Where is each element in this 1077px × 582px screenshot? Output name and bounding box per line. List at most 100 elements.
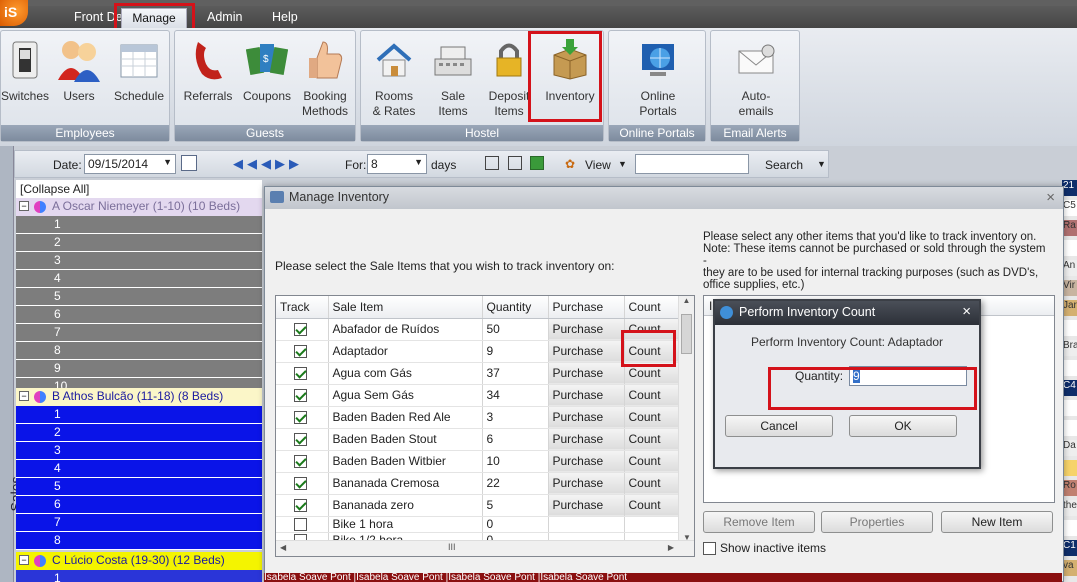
search-button[interactable]: Search: [765, 158, 803, 172]
count-button[interactable]: Count: [623, 384, 681, 407]
count-button[interactable]: Count: [623, 340, 681, 363]
bed-row[interactable]: 7: [16, 324, 262, 342]
track-checkbox[interactable]: [294, 389, 307, 403]
purchase-button[interactable]: Purchase: [547, 384, 625, 407]
bed-row[interactable]: 9: [16, 360, 262, 378]
calendar-picker-icon[interactable]: [181, 155, 197, 171]
calendar-cell[interactable]: Vir: [1062, 280, 1077, 296]
auto-emails-button[interactable]: Auto- emails: [721, 37, 791, 119]
chevron-down-icon[interactable]: ▼: [817, 159, 826, 169]
export-icon[interactable]: [530, 156, 544, 170]
search-input[interactable]: [635, 154, 749, 174]
track-checkbox[interactable]: [294, 433, 307, 447]
count-button[interactable]: Count: [623, 318, 681, 341]
purchase-button[interactable]: Purchase: [547, 406, 625, 429]
calendar-cell[interactable]: Ro: [1062, 480, 1077, 496]
left-side-tab[interactable]: Sales: [0, 146, 24, 582]
cancel-button[interactable]: Cancel: [725, 415, 833, 437]
referrals-button[interactable]: Referrals: [179, 37, 237, 104]
calendar-cell[interactable]: Bra: [1062, 340, 1077, 356]
bed-row[interactable]: 2: [16, 234, 262, 252]
bed-row[interactable]: 3: [16, 252, 262, 270]
remove-item-button[interactable]: Remove Item: [703, 511, 815, 533]
bed-row[interactable]: 5: [16, 288, 262, 306]
deposit-items-button[interactable]: Deposit Items: [481, 37, 537, 119]
booking-methods-button[interactable]: Booking Methods: [297, 37, 353, 119]
menu-manage[interactable]: Manage: [121, 8, 187, 29]
purchase-button[interactable]: Purchase: [547, 362, 625, 385]
users-button[interactable]: Users: [53, 37, 105, 104]
table-row[interactable]: Bike 1 hora 0: [276, 516, 681, 533]
schedule-button[interactable]: Schedule: [111, 37, 167, 104]
room-group-a[interactable]: − A Oscar Niemeyer (1-10) (10 Beds): [16, 198, 262, 216]
purchase-button[interactable]: Purchase: [547, 318, 625, 341]
new-item-button[interactable]: New Item: [941, 511, 1053, 533]
bed-row[interactable]: 2: [16, 424, 262, 442]
bed-row[interactable]: 6: [16, 306, 262, 324]
table-row[interactable]: Agua com Gás 37 Purchase Count: [276, 362, 681, 385]
ok-button[interactable]: OK: [849, 415, 957, 437]
booking-row[interactable]: Isabela Soave Pont |Isabela Soave Pont |…: [264, 573, 1062, 582]
table-row[interactable]: Agua Sem Gás 34 Purchase Count: [276, 384, 681, 407]
inventory-button[interactable]: Inventory: [539, 37, 601, 104]
count-button[interactable]: Count: [623, 428, 681, 451]
bed-row[interactable]: 4: [16, 270, 262, 288]
inactive-checkbox[interactable]: [703, 542, 716, 556]
vertical-scrollbar[interactable]: ▲ ▼: [678, 296, 694, 542]
days-select[interactable]: 8 ▼: [367, 154, 427, 174]
purchase-button[interactable]: Purchase: [547, 428, 625, 451]
calendar-cell[interactable]: [1062, 520, 1077, 536]
track-checkbox[interactable]: [294, 411, 307, 425]
sale-items-button[interactable]: Sale Items: [427, 37, 479, 119]
purchase-button[interactable]: Purchase: [547, 472, 625, 495]
show-inactive-checkbox[interactable]: Show inactive items: [703, 541, 826, 556]
count-button[interactable]: Count: [623, 494, 681, 517]
col-count[interactable]: Count: [624, 296, 681, 319]
table-row[interactable]: Abafador de Ruídos 50 Purchase Count: [276, 318, 681, 341]
count-button[interactable]: Count: [623, 450, 681, 473]
table-row[interactable]: Bananada zero 5 Purchase Count: [276, 494, 681, 517]
track-checkbox[interactable]: [294, 455, 307, 469]
close-icon[interactable]: ×: [1046, 189, 1055, 206]
bed-row[interactable]: 4: [16, 460, 262, 478]
table-row[interactable]: Adaptador 9 Purchase Count: [276, 340, 681, 363]
track-checkbox[interactable]: [294, 518, 307, 532]
calendar-cell[interactable]: C4: [1062, 380, 1077, 396]
date-input[interactable]: 09/15/2014 ▼: [84, 154, 176, 174]
navigation-arrows-icon[interactable]: ◀◀◀▶▶: [233, 156, 303, 172]
track-checkbox[interactable]: [294, 477, 307, 491]
view-dropdown[interactable]: View: [585, 158, 611, 172]
calendar-cell[interactable]: 21: [1062, 180, 1077, 196]
bed-row[interactable]: 5: [16, 478, 262, 496]
track-checkbox[interactable]: [294, 367, 307, 381]
close-icon[interactable]: ×: [962, 303, 971, 320]
count-button[interactable]: Count: [623, 472, 681, 495]
room-group-b[interactable]: − B Athos Bulcão (11-18) (8 Beds): [16, 388, 262, 406]
bed-row[interactable]: 6: [16, 496, 262, 514]
calendar-cell[interactable]: An: [1062, 260, 1077, 276]
calendar-cell[interactable]: [1062, 320, 1077, 336]
table-row[interactable]: Baden Baden Witbier 10 Purchase Count: [276, 450, 681, 473]
online-portals-button[interactable]: Online Portals: [623, 37, 693, 119]
purchase-button[interactable]: Purchase: [547, 340, 625, 363]
collapse-all-link[interactable]: [Collapse All]: [16, 180, 262, 198]
bed-row[interactable]: 8: [16, 532, 262, 550]
split-icon[interactable]: [508, 156, 522, 170]
purchase-button[interactable]: Purchase: [547, 450, 625, 473]
calendar-cell[interactable]: [1062, 360, 1077, 376]
calendar-cell[interactable]: Da: [1062, 440, 1077, 456]
expand-icon[interactable]: [485, 156, 499, 170]
calendar-cell[interactable]: va: [1062, 560, 1077, 576]
switches-button[interactable]: Switches: [1, 37, 49, 104]
bed-row[interactable]: 1: [16, 406, 262, 424]
track-checkbox[interactable]: [294, 345, 307, 359]
calendar-cell[interactable]: [1062, 420, 1077, 436]
horizontal-scrollbar[interactable]: ◀ III ▶: [276, 540, 694, 556]
purchase-button[interactable]: Purchase: [547, 494, 625, 517]
calendar-cell[interactable]: the: [1062, 500, 1077, 516]
bed-row[interactable]: 7: [16, 514, 262, 532]
bed-row[interactable]: 8: [16, 342, 262, 360]
track-checkbox[interactable]: [294, 323, 307, 337]
calendar-cell[interactable]: C5: [1062, 200, 1077, 216]
calendar-cell[interactable]: [1062, 400, 1077, 416]
